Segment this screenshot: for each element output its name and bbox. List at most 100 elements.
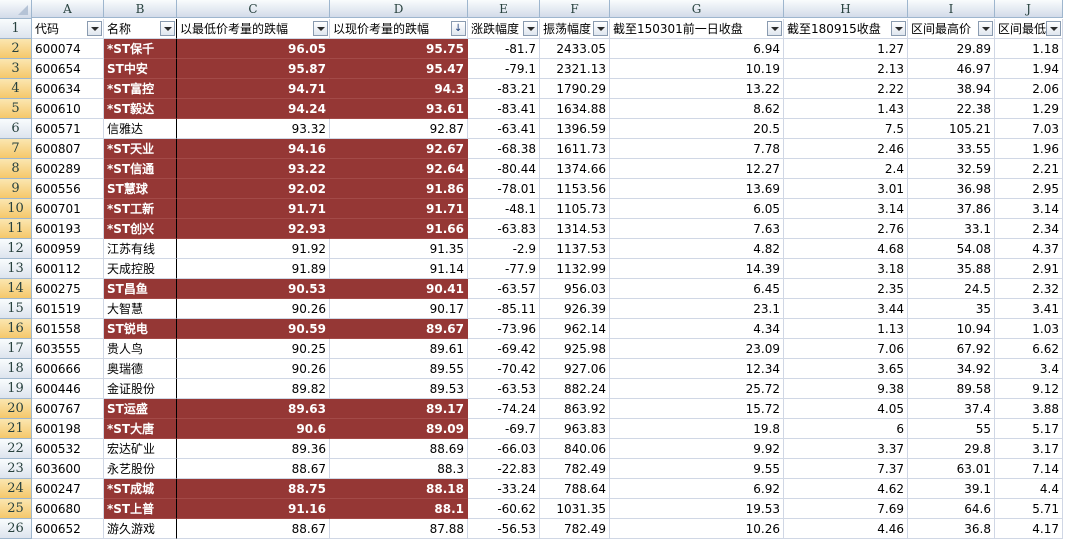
cell-low-price[interactable]: 1.96 [995,139,1063,159]
cell-amplitude[interactable]: 927.06 [540,359,610,379]
cell-amplitude[interactable]: 1314.53 [540,219,610,239]
cell-code[interactable]: 600680 [32,499,104,519]
cell-amplitude[interactable]: 2321.13 [540,59,610,79]
cell-low-price[interactable]: 3.14 [995,199,1063,219]
cell-drop-from-current[interactable]: 89.09 [330,419,468,439]
cell-code[interactable]: 600652 [32,519,104,539]
cell-low-price[interactable]: 1.03 [995,319,1063,339]
cell-high-price[interactable]: 22.38 [908,99,995,119]
cell-low-price[interactable]: 2.95 [995,179,1063,199]
cell-code[interactable]: 600532 [32,439,104,459]
cell-high-price[interactable]: 55 [908,419,995,439]
cell-close-180915[interactable]: 1.43 [784,99,908,119]
cell-drop-from-current[interactable]: 88.18 [330,479,468,499]
cell-close-150301[interactable]: 25.72 [610,379,784,399]
cell-close-180915[interactable]: 2.46 [784,139,908,159]
cell-drop-from-low[interactable]: 91.92 [177,239,330,259]
cell-close-150301[interactable]: 6.94 [610,39,784,59]
cell-drop-from-low[interactable]: 90.59 [177,319,330,339]
filter-dropdown-icon[interactable] [891,21,906,36]
cell-name[interactable]: ST锐电 [104,319,177,339]
cell-low-price[interactable]: 3.4 [995,359,1063,379]
cell-close-180915[interactable]: 2.22 [784,79,908,99]
column-header-e[interactable]: E [468,0,540,18]
cell-drop-from-current[interactable]: 91.35 [330,239,468,259]
cell-drop-from-current[interactable]: 92.64 [330,159,468,179]
row-header[interactable]: 1 [0,19,32,39]
cell-drop-from-current[interactable]: 90.17 [330,299,468,319]
header-high-price[interactable]: 区间最高价 [908,19,995,39]
cell-close-150301[interactable]: 12.34 [610,359,784,379]
cell-drop-from-current[interactable]: 92.67 [330,139,468,159]
cell-name[interactable]: *ST上普 [104,499,177,519]
cell-code[interactable]: 600634 [32,79,104,99]
row-header[interactable]: 8 [0,159,32,179]
cell-close-150301[interactable]: 19.8 [610,419,784,439]
cell-close-180915[interactable]: 7.37 [784,459,908,479]
cell-amplitude[interactable]: 840.06 [540,439,610,459]
cell-close-180915[interactable]: 2.13 [784,59,908,79]
cell-amplitude[interactable]: 926.39 [540,299,610,319]
cell-change-pct[interactable]: -83.21 [468,79,540,99]
cell-amplitude[interactable]: 1634.88 [540,99,610,119]
row-header[interactable]: 4 [0,79,32,99]
cell-amplitude[interactable]: 2433.05 [540,39,610,59]
cell-close-180915[interactable]: 3.44 [784,299,908,319]
cell-drop-from-low[interactable]: 88.67 [177,519,330,539]
cell-name[interactable]: 江苏有线 [104,239,177,259]
cell-code[interactable]: 600193 [32,219,104,239]
cell-drop-from-low[interactable]: 96.05 [177,39,330,59]
cell-change-pct[interactable]: -83.41 [468,99,540,119]
cell-amplitude[interactable]: 1105.73 [540,199,610,219]
cell-low-price[interactable]: 5.71 [995,499,1063,519]
row-header[interactable]: 14 [0,279,32,299]
cell-high-price[interactable]: 64.6 [908,499,995,519]
cell-code[interactable]: 600807 [32,139,104,159]
cell-drop-from-current[interactable]: 92.87 [330,119,468,139]
cell-high-price[interactable]: 46.97 [908,59,995,79]
column-header-a[interactable]: A [32,0,104,18]
cell-drop-from-current[interactable]: 87.88 [330,519,468,539]
cell-close-180915[interactable]: 3.37 [784,439,908,459]
row-header[interactable]: 7 [0,139,32,159]
cell-change-pct[interactable]: -80.44 [468,159,540,179]
cell-drop-from-low[interactable]: 88.67 [177,459,330,479]
cell-amplitude[interactable]: 963.83 [540,419,610,439]
cell-change-pct[interactable]: -79.1 [468,59,540,79]
cell-high-price[interactable]: 38.94 [908,79,995,99]
cell-change-pct[interactable]: -81.7 [468,39,540,59]
cell-code[interactable]: 600767 [32,399,104,419]
cell-high-price[interactable]: 33.1 [908,219,995,239]
cell-close-150301[interactable]: 4.82 [610,239,784,259]
row-header[interactable]: 20 [0,399,32,419]
cell-close-150301[interactable]: 15.72 [610,399,784,419]
cell-name[interactable]: *ST富控 [104,79,177,99]
cell-name[interactable]: *ST创兴 [104,219,177,239]
cell-drop-from-current[interactable]: 88.1 [330,499,468,519]
column-header-b[interactable]: B [104,0,177,18]
cell-name[interactable]: 信雅达 [104,119,177,139]
column-header-f[interactable]: F [540,0,610,18]
cell-amplitude[interactable]: 1396.59 [540,119,610,139]
cell-drop-from-current[interactable]: 90.41 [330,279,468,299]
cell-drop-from-low[interactable]: 91.71 [177,199,330,219]
cell-close-150301[interactable]: 6.05 [610,199,784,219]
header-close-180915[interactable]: 截至180915收盘 [784,19,908,39]
filter-dropdown-icon[interactable] [523,21,538,36]
cell-drop-from-current[interactable]: 91.66 [330,219,468,239]
cell-name[interactable]: ST昌鱼 [104,279,177,299]
cell-low-price[interactable]: 1.29 [995,99,1063,119]
cell-low-price[interactable]: 7.14 [995,459,1063,479]
cell-close-180915[interactable]: 7.5 [784,119,908,139]
cell-name[interactable]: *ST成城 [104,479,177,499]
cell-change-pct[interactable]: -70.42 [468,359,540,379]
cell-high-price[interactable]: 36.8 [908,519,995,539]
cell-drop-from-current[interactable]: 91.14 [330,259,468,279]
cell-low-price[interactable]: 4.17 [995,519,1063,539]
cell-high-price[interactable]: 37.86 [908,199,995,219]
filter-dropdown-icon[interactable] [978,21,993,36]
sort-descending-filter-icon[interactable]: ↓ [451,21,466,36]
cell-amplitude[interactable]: 782.49 [540,519,610,539]
select-all-corner[interactable] [0,0,32,19]
cell-change-pct[interactable]: -69.7 [468,419,540,439]
